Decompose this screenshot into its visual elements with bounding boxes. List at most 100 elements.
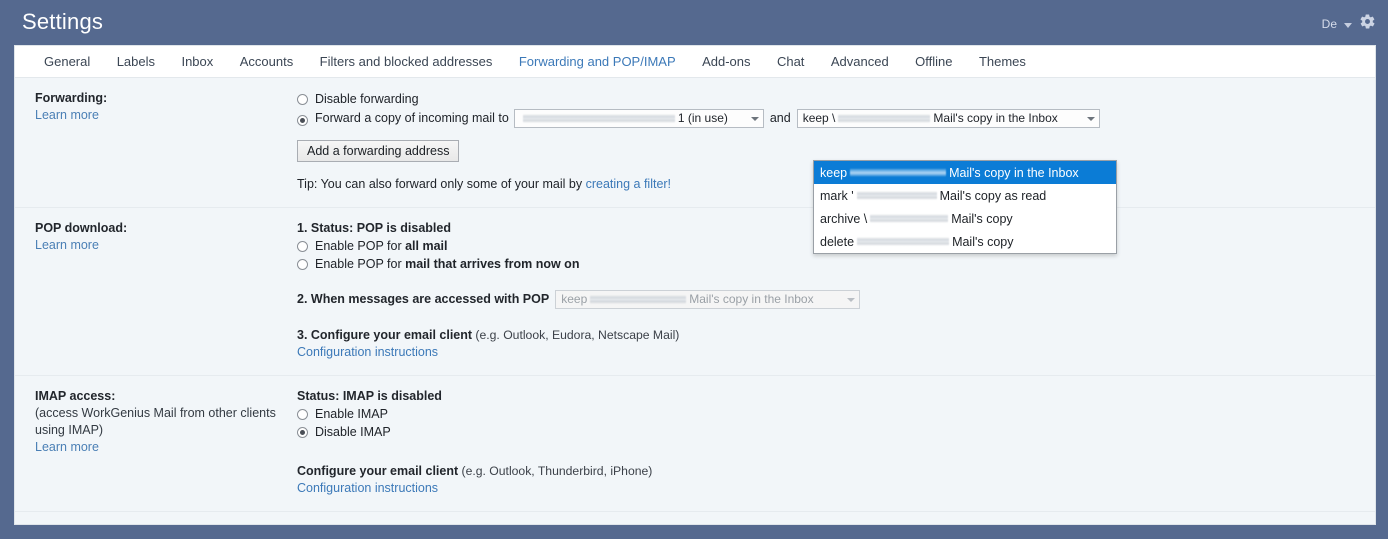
imap-configure-row: Configure your email client (e.g. Outloo…	[297, 463, 1361, 497]
dropdown-option-delete-prefix: delete	[820, 235, 854, 249]
forward-copy-row[interactable]: Forward a copy of incoming mail to 1 (in…	[297, 109, 1361, 128]
tab-accounts[interactable]: Accounts	[231, 46, 302, 80]
tab-inbox[interactable]: Inbox	[172, 46, 222, 80]
tab-offline[interactable]: Offline	[906, 46, 961, 80]
dropdown-option-keep-suffix: Mail's copy in the Inbox	[949, 166, 1079, 180]
redacted-email-address	[523, 114, 675, 123]
enable-pop-from-now-prefix: Enable POP for	[315, 257, 405, 271]
dropdown-option-keep-prefix: keep	[820, 166, 847, 180]
dropdown-option-archive[interactable]: archive \ Mail's copy	[814, 207, 1116, 230]
forwarding-action-select[interactable]: keep \ Mail's copy in the Inbox	[797, 109, 1100, 128]
disable-imap-row[interactable]: Disable IMAP	[297, 424, 1361, 441]
redacted-brand-name	[850, 168, 946, 177]
settings-footer: Save Changes Cancel	[15, 512, 1375, 525]
forwarding-section: Forwarding: Learn more Disable forwardin…	[15, 78, 1375, 208]
forwarding-label: Forwarding:	[35, 90, 283, 107]
pop-learn-more-link[interactable]: Learn more	[35, 237, 283, 254]
dropdown-option-mark-prefix: mark '	[820, 189, 854, 203]
imap-controls-column: Status: IMAP is disabled Enable IMAP Dis…	[297, 376, 1375, 511]
chevron-down-icon	[847, 298, 855, 302]
tab-advanced[interactable]: Advanced	[822, 46, 898, 80]
add-forwarding-address-button[interactable]: Add a forwarding address	[297, 140, 459, 162]
tab-themes[interactable]: Themes	[970, 46, 1035, 80]
cancel-button[interactable]: Cancel	[722, 524, 781, 525]
enable-pop-all-mail-emphasis: all mail	[405, 239, 447, 253]
tab-add-ons[interactable]: Add-ons	[693, 46, 759, 80]
enable-imap-label: Enable IMAP	[315, 406, 388, 423]
pop-step3-label: 3. Configure your email client	[297, 328, 472, 342]
locale-label[interactable]: De	[1322, 17, 1337, 31]
disable-imap-label: Disable IMAP	[315, 424, 391, 441]
imap-learn-more-link[interactable]: Learn more	[35, 439, 283, 456]
creating-a-filter-link[interactable]: creating a filter!	[586, 177, 671, 191]
disable-imap-radio[interactable]	[297, 427, 308, 438]
pop-step3-examples: (e.g. Outlook, Eudora, Netscape Mail)	[472, 328, 679, 342]
pop-download-section: POP download: Learn more 1. Status: POP …	[15, 208, 1375, 376]
disable-forwarding-label: Disable forwarding	[315, 91, 419, 108]
enable-pop-from-now-radio[interactable]	[297, 259, 308, 270]
redacted-brand-name	[857, 237, 949, 246]
enable-pop-all-mail-prefix: Enable POP for	[315, 239, 405, 253]
forwarding-address-value: 1 (in use)	[678, 110, 728, 127]
enable-imap-row[interactable]: Enable IMAP	[297, 406, 1361, 423]
tab-labels[interactable]: Labels	[108, 46, 164, 80]
dropdown-option-archive-prefix: archive \	[820, 212, 867, 226]
settings-card: General Labels Inbox Accounts Filters an…	[14, 45, 1376, 525]
window-titlebar: Settings De	[0, 0, 1388, 45]
pop-step3-row: 3. Configure your email client (e.g. Out…	[297, 327, 1361, 361]
imap-label: IMAP access:	[35, 388, 283, 405]
pop-action-select[interactable]: keep Mail's copy in the Inbox	[555, 290, 860, 309]
pop-action-value-prefix: keep	[561, 291, 587, 308]
dropdown-option-archive-suffix: Mail's copy	[951, 212, 1012, 226]
settings-body: Forwarding: Learn more Disable forwardin…	[15, 78, 1375, 525]
and-conjunction: and	[770, 110, 791, 127]
redacted-brand-name	[838, 114, 930, 123]
forwarding-label-column: Forwarding: Learn more	[15, 78, 297, 207]
enable-pop-all-mail-radio[interactable]	[297, 241, 308, 252]
forwarding-address-select[interactable]: 1 (in use)	[514, 109, 764, 128]
enable-pop-from-now-row[interactable]: Enable POP for mail that arrives from no…	[297, 256, 1361, 273]
imap-configuration-instructions-link[interactable]: Configuration instructions	[297, 480, 1361, 497]
imap-access-section: IMAP access: (access WorkGenius Mail fro…	[15, 376, 1375, 512]
disable-forwarding-radio[interactable]	[297, 94, 308, 105]
forwarding-learn-more-link[interactable]: Learn more	[35, 107, 283, 124]
save-changes-button[interactable]: Save Changes	[610, 524, 712, 525]
pop-action-value-suffix: Mail's copy in the Inbox	[689, 291, 813, 308]
imap-configure-examples: (e.g. Outlook, Thunderbird, iPhone)	[458, 464, 652, 478]
gear-icon[interactable]	[1359, 13, 1376, 35]
imap-description: (access WorkGenius Mail from other clien…	[35, 405, 283, 439]
dropdown-option-mark-suffix: Mail's copy as read	[940, 189, 1047, 203]
forwarding-action-dropdown-list[interactable]: keep Mail's copy in the Inbox mark ' Mai…	[813, 160, 1117, 254]
dropdown-option-delete-suffix: Mail's copy	[952, 235, 1013, 249]
tab-chat[interactable]: Chat	[768, 46, 813, 80]
forward-copy-label: Forward a copy of incoming mail to	[315, 110, 509, 127]
redacted-brand-name	[590, 295, 686, 304]
forwarding-action-value-prefix: keep \	[803, 110, 836, 127]
chevron-down-icon	[751, 117, 759, 121]
pop-label-column: POP download: Learn more	[15, 208, 297, 375]
settings-window: Settings De General Labels Inbox Account…	[0, 0, 1388, 539]
forward-copy-radio[interactable]	[297, 115, 308, 126]
pop-step2-row: 2. When messages are accessed with POP k…	[297, 290, 1361, 309]
imap-status: Status: IMAP is disabled	[297, 388, 1361, 405]
dropdown-option-mark[interactable]: mark ' Mail's copy as read	[814, 184, 1116, 207]
enable-pop-all-mail-label: Enable POP for all mail	[315, 238, 448, 255]
redacted-brand-name	[857, 191, 937, 200]
settings-tabs: General Labels Inbox Accounts Filters an…	[15, 46, 1375, 78]
dropdown-option-delete[interactable]: delete Mail's copy	[814, 230, 1116, 253]
enable-pop-from-now-label: Enable POP for mail that arrives from no…	[315, 256, 579, 273]
imap-configure-label: Configure your email client	[297, 464, 458, 478]
pop-step2-label: 2. When messages are accessed with POP	[297, 291, 549, 308]
tab-filters-and-blocked-addresses[interactable]: Filters and blocked addresses	[311, 46, 502, 80]
pop-configuration-instructions-link[interactable]: Configuration instructions	[297, 344, 1361, 361]
page-title: Settings	[22, 9, 103, 35]
chevron-down-icon[interactable]	[1344, 23, 1352, 28]
enable-imap-radio[interactable]	[297, 409, 308, 420]
chevron-down-icon	[1087, 117, 1095, 121]
titlebar-actions: De	[1322, 13, 1376, 35]
pop-label: POP download:	[35, 220, 283, 237]
tab-general[interactable]: General	[35, 46, 99, 80]
disable-forwarding-row[interactable]: Disable forwarding	[297, 91, 1361, 108]
tab-forwarding-and-pop-imap[interactable]: Forwarding and POP/IMAP	[510, 46, 685, 80]
dropdown-option-keep[interactable]: keep Mail's copy in the Inbox	[814, 161, 1116, 184]
